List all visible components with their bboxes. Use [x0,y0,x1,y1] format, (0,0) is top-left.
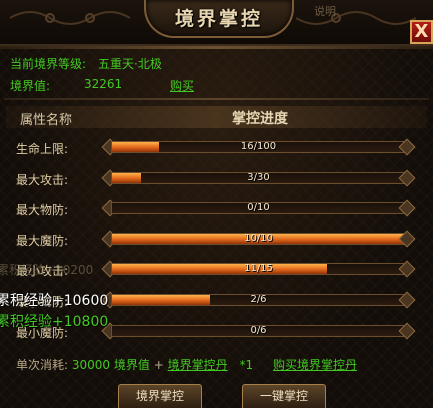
realm-control-button[interactable]: 境界掌控 [118,384,202,408]
realm-points-value: 32261 [84,77,123,91]
progress-value: 16/100 [240,141,277,152]
attr-label: 最大物防: [16,203,69,217]
realm-control-panel: 境界掌控 说明 X 当前境界等级: 五重天·北极 境界值: 32261 购买 属… [0,0,433,408]
progress-bar: 10/10 [101,230,416,248]
attr-label: 最大魔防: [16,234,69,248]
progress-bar: 3/30 [101,169,416,187]
progress-bar: 0/6 [101,322,416,340]
progress-value: 11/15 [244,263,273,274]
attr-label: 最大攻击: [16,173,69,187]
realm-level-value: 五重天·北极 [98,57,162,71]
realm-level-label: 当前境界等级: [10,57,87,71]
progress-value: 2/6 [250,294,267,305]
exp-gain-text-2: 累积经验+10800 [0,314,109,330]
cost-amount: 30000 [71,358,111,372]
attr-label: 生命上限: [16,142,69,156]
close-button[interactable]: X [410,20,433,44]
progress-value: 0/10 [247,202,270,213]
one-click-control-button[interactable]: 一键掌控 [242,384,326,408]
progress-value: 3/30 [247,172,270,183]
help-tab[interactable]: 说明 [314,3,336,19]
progress-bar: 0/10 [101,199,416,217]
window-title: 境界掌控 [174,8,263,30]
realm-points-label: 境界值: [10,79,51,93]
table-header: 属性名称 掌控进度 [6,106,427,128]
cost-plus: + [153,358,164,372]
cost-item-link[interactable]: 境界掌控丹 [168,358,228,372]
progress-bar: 2/6 [101,291,416,309]
title-bar: 境界掌控 说明 X [0,0,433,49]
progress-column-header: 掌控进度 [232,111,288,127]
buy-points-link[interactable]: 购买 [170,77,194,94]
cost-item-count: *1 [239,358,254,372]
exp-ghost-text: 累积经验+10200 [0,263,94,277]
cost-points-word: 境界值 [113,358,150,372]
attr-column-header: 属性名称 [20,113,73,128]
progress-value: 0/6 [250,325,267,336]
divider [4,98,429,100]
progress-bar: 11/15 [101,260,416,278]
cost-prefix: 单次消耗: [16,358,69,372]
left-ornament-icon [10,11,130,25]
progress-bar: 16/100 [101,138,416,156]
realm-level-line: 当前境界等级: 五重天·北极 [10,55,162,72]
title-plate: 境界掌控 [144,0,294,38]
exp-gain-text-1: 累积经验+10600 [0,293,109,309]
buy-pill-link[interactable]: 购买境界掌控丹 [273,358,357,372]
progress-value: 10/10 [244,233,273,244]
cost-line: 单次消耗: 30000 境界值 + 境界掌控丹 *1 购买境界掌控丹 [16,356,357,373]
realm-points-line: 境界值: 32261 购买 [10,77,194,94]
